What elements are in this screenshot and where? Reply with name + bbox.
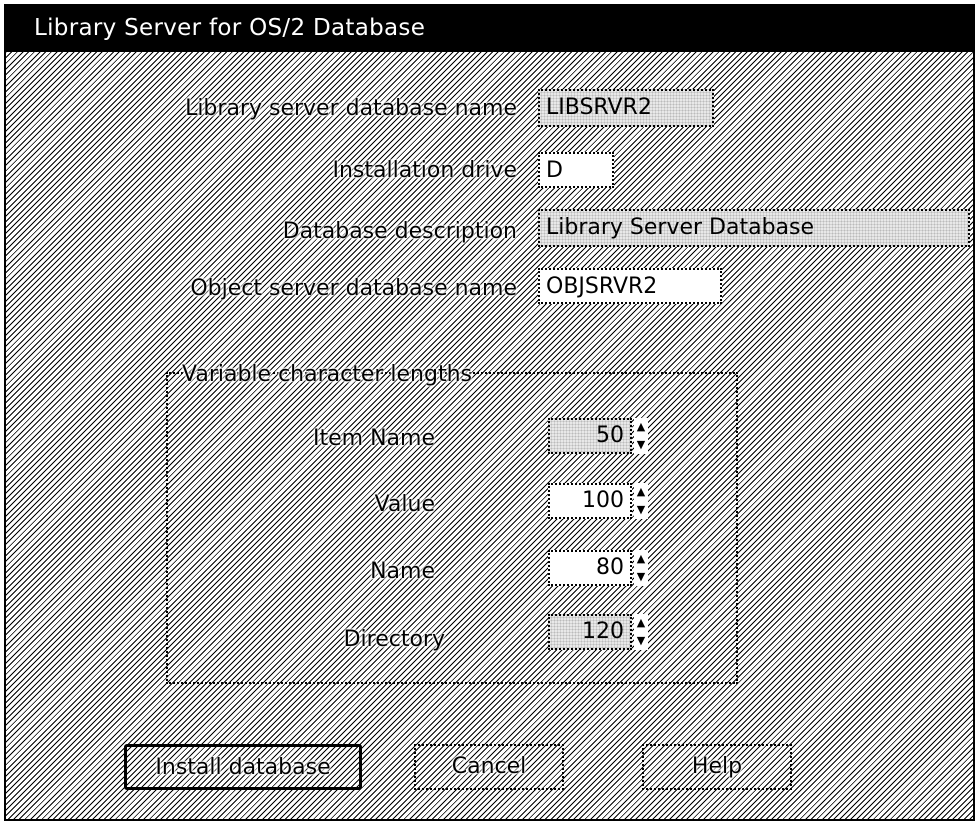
- directory-value[interactable]: 120: [548, 614, 632, 650]
- object-db-name-label: Object server database name: [190, 276, 517, 301]
- title-bar[interactable]: Library Server for OS/2 Database: [6, 6, 973, 52]
- window-title: Library Server for OS/2 Database: [34, 15, 426, 41]
- item-name-value[interactable]: 50: [548, 418, 632, 454]
- value-spin-arrows[interactable]: ▲ ▼: [634, 483, 648, 519]
- value-value[interactable]: 100: [548, 483, 632, 519]
- arrow-up-icon[interactable]: ▲: [634, 483, 648, 501]
- install-drive-field[interactable]: D: [538, 152, 614, 188]
- name-label: Name: [370, 559, 435, 584]
- directory-spin-arrows[interactable]: ▲ ▼: [634, 614, 648, 650]
- value-label: Value: [374, 492, 435, 517]
- directory-label: Directory: [343, 627, 445, 652]
- arrow-down-icon[interactable]: ▼: [634, 568, 648, 586]
- install-drive-label: Installation drive: [332, 158, 517, 183]
- item-name-spin-arrows[interactable]: ▲ ▼: [634, 418, 648, 454]
- arrow-down-icon[interactable]: ▼: [634, 632, 648, 650]
- item-name-label: Item Name: [313, 426, 435, 451]
- arrow-down-icon[interactable]: ▼: [634, 436, 648, 454]
- variable-lengths-group: [166, 372, 738, 684]
- install-database-button[interactable]: Install database: [124, 744, 362, 790]
- db-description-field[interactable]: Library Server Database: [538, 209, 970, 247]
- library-db-name-field[interactable]: LIBSRVR2: [538, 89, 714, 127]
- arrow-down-icon[interactable]: ▼: [634, 501, 648, 519]
- db-description-label: Database description: [282, 219, 517, 244]
- arrow-up-icon[interactable]: ▲: [634, 418, 648, 436]
- library-db-name-label: Library server database name: [185, 96, 517, 121]
- help-button[interactable]: Help: [642, 744, 792, 790]
- arrow-up-icon[interactable]: ▲: [634, 550, 648, 568]
- name-spin-arrows[interactable]: ▲ ▼: [634, 550, 648, 586]
- object-db-name-field[interactable]: OBJSRVR2: [538, 268, 722, 304]
- variable-lengths-group-label: Variable character lengths: [182, 362, 472, 387]
- name-value[interactable]: 80: [548, 550, 632, 586]
- cancel-button[interactable]: Cancel: [414, 744, 564, 790]
- arrow-up-icon[interactable]: ▲: [634, 614, 648, 632]
- dialog-window: Library Server for OS/2 Database Library…: [4, 4, 975, 821]
